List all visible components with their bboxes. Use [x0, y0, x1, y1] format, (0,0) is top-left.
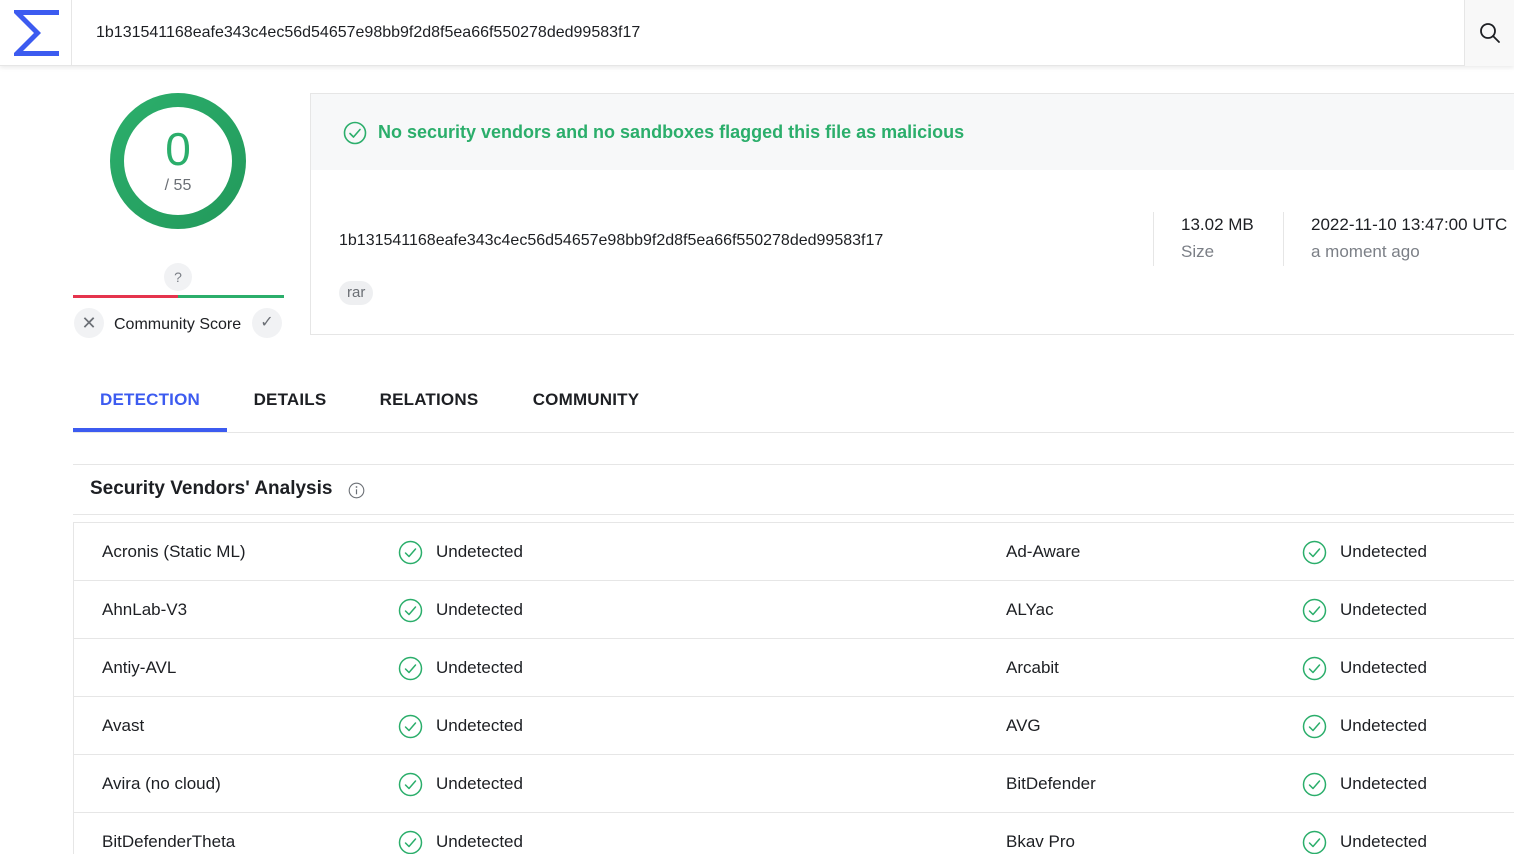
- check-circle-icon: [398, 540, 423, 565]
- verdict-banner: No security vendors and no sandboxes fla…: [311, 94, 1514, 170]
- table-row: BitDefenderTheta Undetected Bkav Pro Und…: [74, 813, 1514, 854]
- check-circle-icon: [1302, 598, 1327, 623]
- vendor-name: Arcabit: [1006, 658, 1059, 677]
- vendor-result: Undetected: [1340, 832, 1427, 851]
- check-circle-icon: [1302, 656, 1327, 681]
- search-input[interactable]: [72, 0, 1464, 66]
- check-circle-icon: [398, 830, 423, 854]
- vendor-name: AVG: [1006, 716, 1041, 735]
- table-row: AhnLab-V3 Undetected ALYac Undetected: [74, 581, 1514, 639]
- report-tabs: DETECTION DETAILS RELATIONS COMMUNITY: [73, 370, 1514, 433]
- community-bar-malicious: [73, 295, 178, 298]
- file-hash[interactable]: 1b131541168eafe343c4ec56d54657e98bb9f2d8…: [339, 232, 883, 250]
- file-size-value: 13.02 MB: [1181, 215, 1254, 234]
- analysis-date: 2022-11-10 13:47:00 UTC: [1311, 215, 1508, 234]
- search-button[interactable]: [1464, 0, 1514, 66]
- search-icon: [1479, 23, 1500, 43]
- check-circle-icon: [1302, 772, 1327, 797]
- vendor-result: Undetected: [436, 658, 523, 677]
- tab-relations[interactable]: RELATIONS: [369, 370, 489, 432]
- check-circle-icon: [343, 121, 367, 145]
- file-type-tag[interactable]: rar: [339, 281, 374, 305]
- check-circle-icon: [398, 598, 423, 623]
- community-score-unknown: ?: [164, 263, 192, 291]
- table-row: Antiy-AVL Undetected Arcabit Undetected: [74, 639, 1514, 697]
- vendor-result: Undetected: [436, 600, 523, 619]
- vendor-name: BitDefenderTheta: [102, 832, 236, 851]
- tab-community[interactable]: COMMUNITY: [521, 370, 651, 432]
- vendor-result: Undetected: [1340, 600, 1427, 619]
- info-icon[interactable]: [348, 482, 365, 499]
- vendor-name: Antiy-AVL: [102, 658, 177, 677]
- vendor-result: Undetected: [436, 774, 523, 793]
- table-row: Acronis (Static ML) Undetected Ad-Aware …: [74, 523, 1514, 581]
- verdict-text: No security vendors and no sandboxes fla…: [378, 122, 965, 142]
- check-circle-icon: [398, 772, 423, 797]
- vendor-name: AhnLab-V3: [102, 600, 188, 619]
- community-bar-harmless: [178, 295, 284, 298]
- vendor-name: Ad-Aware: [1006, 542, 1081, 561]
- vendor-name: Avast: [102, 716, 145, 735]
- vendor-result: Undetected: [1340, 716, 1427, 735]
- vendor-result: Undetected: [436, 832, 523, 851]
- vendor-result: Undetected: [1340, 542, 1427, 561]
- vendors-table: Acronis (Static ML) Undetected Ad-Aware …: [73, 522, 1514, 854]
- analysis-date-relative: a moment ago: [1311, 242, 1420, 261]
- table-row: Avira (no cloud) Undetected BitDefender …: [74, 755, 1514, 813]
- table-row: Avast Undetected AVG Undetected: [74, 697, 1514, 755]
- vendor-name: Bkav Pro: [1006, 832, 1075, 851]
- check-circle-icon: [398, 656, 423, 681]
- detection-total: / 55: [164, 177, 192, 194]
- community-score-label: Community Score: [114, 316, 242, 333]
- vote-harmless-button[interactable]: ✓: [252, 308, 282, 338]
- summary-divider: [1283, 212, 1284, 266]
- vendor-name: ALYac: [1006, 600, 1054, 619]
- vendor-name: Acronis (Static ML): [102, 542, 246, 561]
- file-size-label: Size: [1181, 242, 1215, 261]
- top-bar: [0, 0, 1514, 66]
- vendor-result: Undetected: [436, 716, 523, 735]
- vendors-panel-header: Security Vendors' Analysis: [73, 464, 1514, 515]
- check-circle-icon: [1302, 540, 1327, 565]
- vendor-name: Avira (no cloud): [102, 774, 221, 793]
- tab-detection[interactable]: DETECTION: [73, 370, 227, 432]
- vendor-result: Undetected: [1340, 658, 1427, 677]
- vendor-result: Undetected: [1340, 774, 1427, 793]
- check-circle-icon: [1302, 714, 1327, 739]
- vendor-result: Undetected: [436, 542, 523, 561]
- vendor-name: BitDefender: [1006, 774, 1096, 793]
- check-circle-icon: [398, 714, 423, 739]
- vendors-panel-title: Security Vendors' Analysis: [90, 478, 333, 499]
- vote-malicious-button[interactable]: ✕: [74, 308, 104, 338]
- file-summary-card: No security vendors and no sandboxes fla…: [310, 93, 1514, 335]
- sigma-logo-icon[interactable]: [0, 0, 72, 66]
- check-circle-icon: [1302, 830, 1327, 854]
- summary-divider: [1153, 212, 1154, 266]
- tab-details[interactable]: DETAILS: [243, 370, 337, 432]
- detection-count: 0: [165, 123, 191, 175]
